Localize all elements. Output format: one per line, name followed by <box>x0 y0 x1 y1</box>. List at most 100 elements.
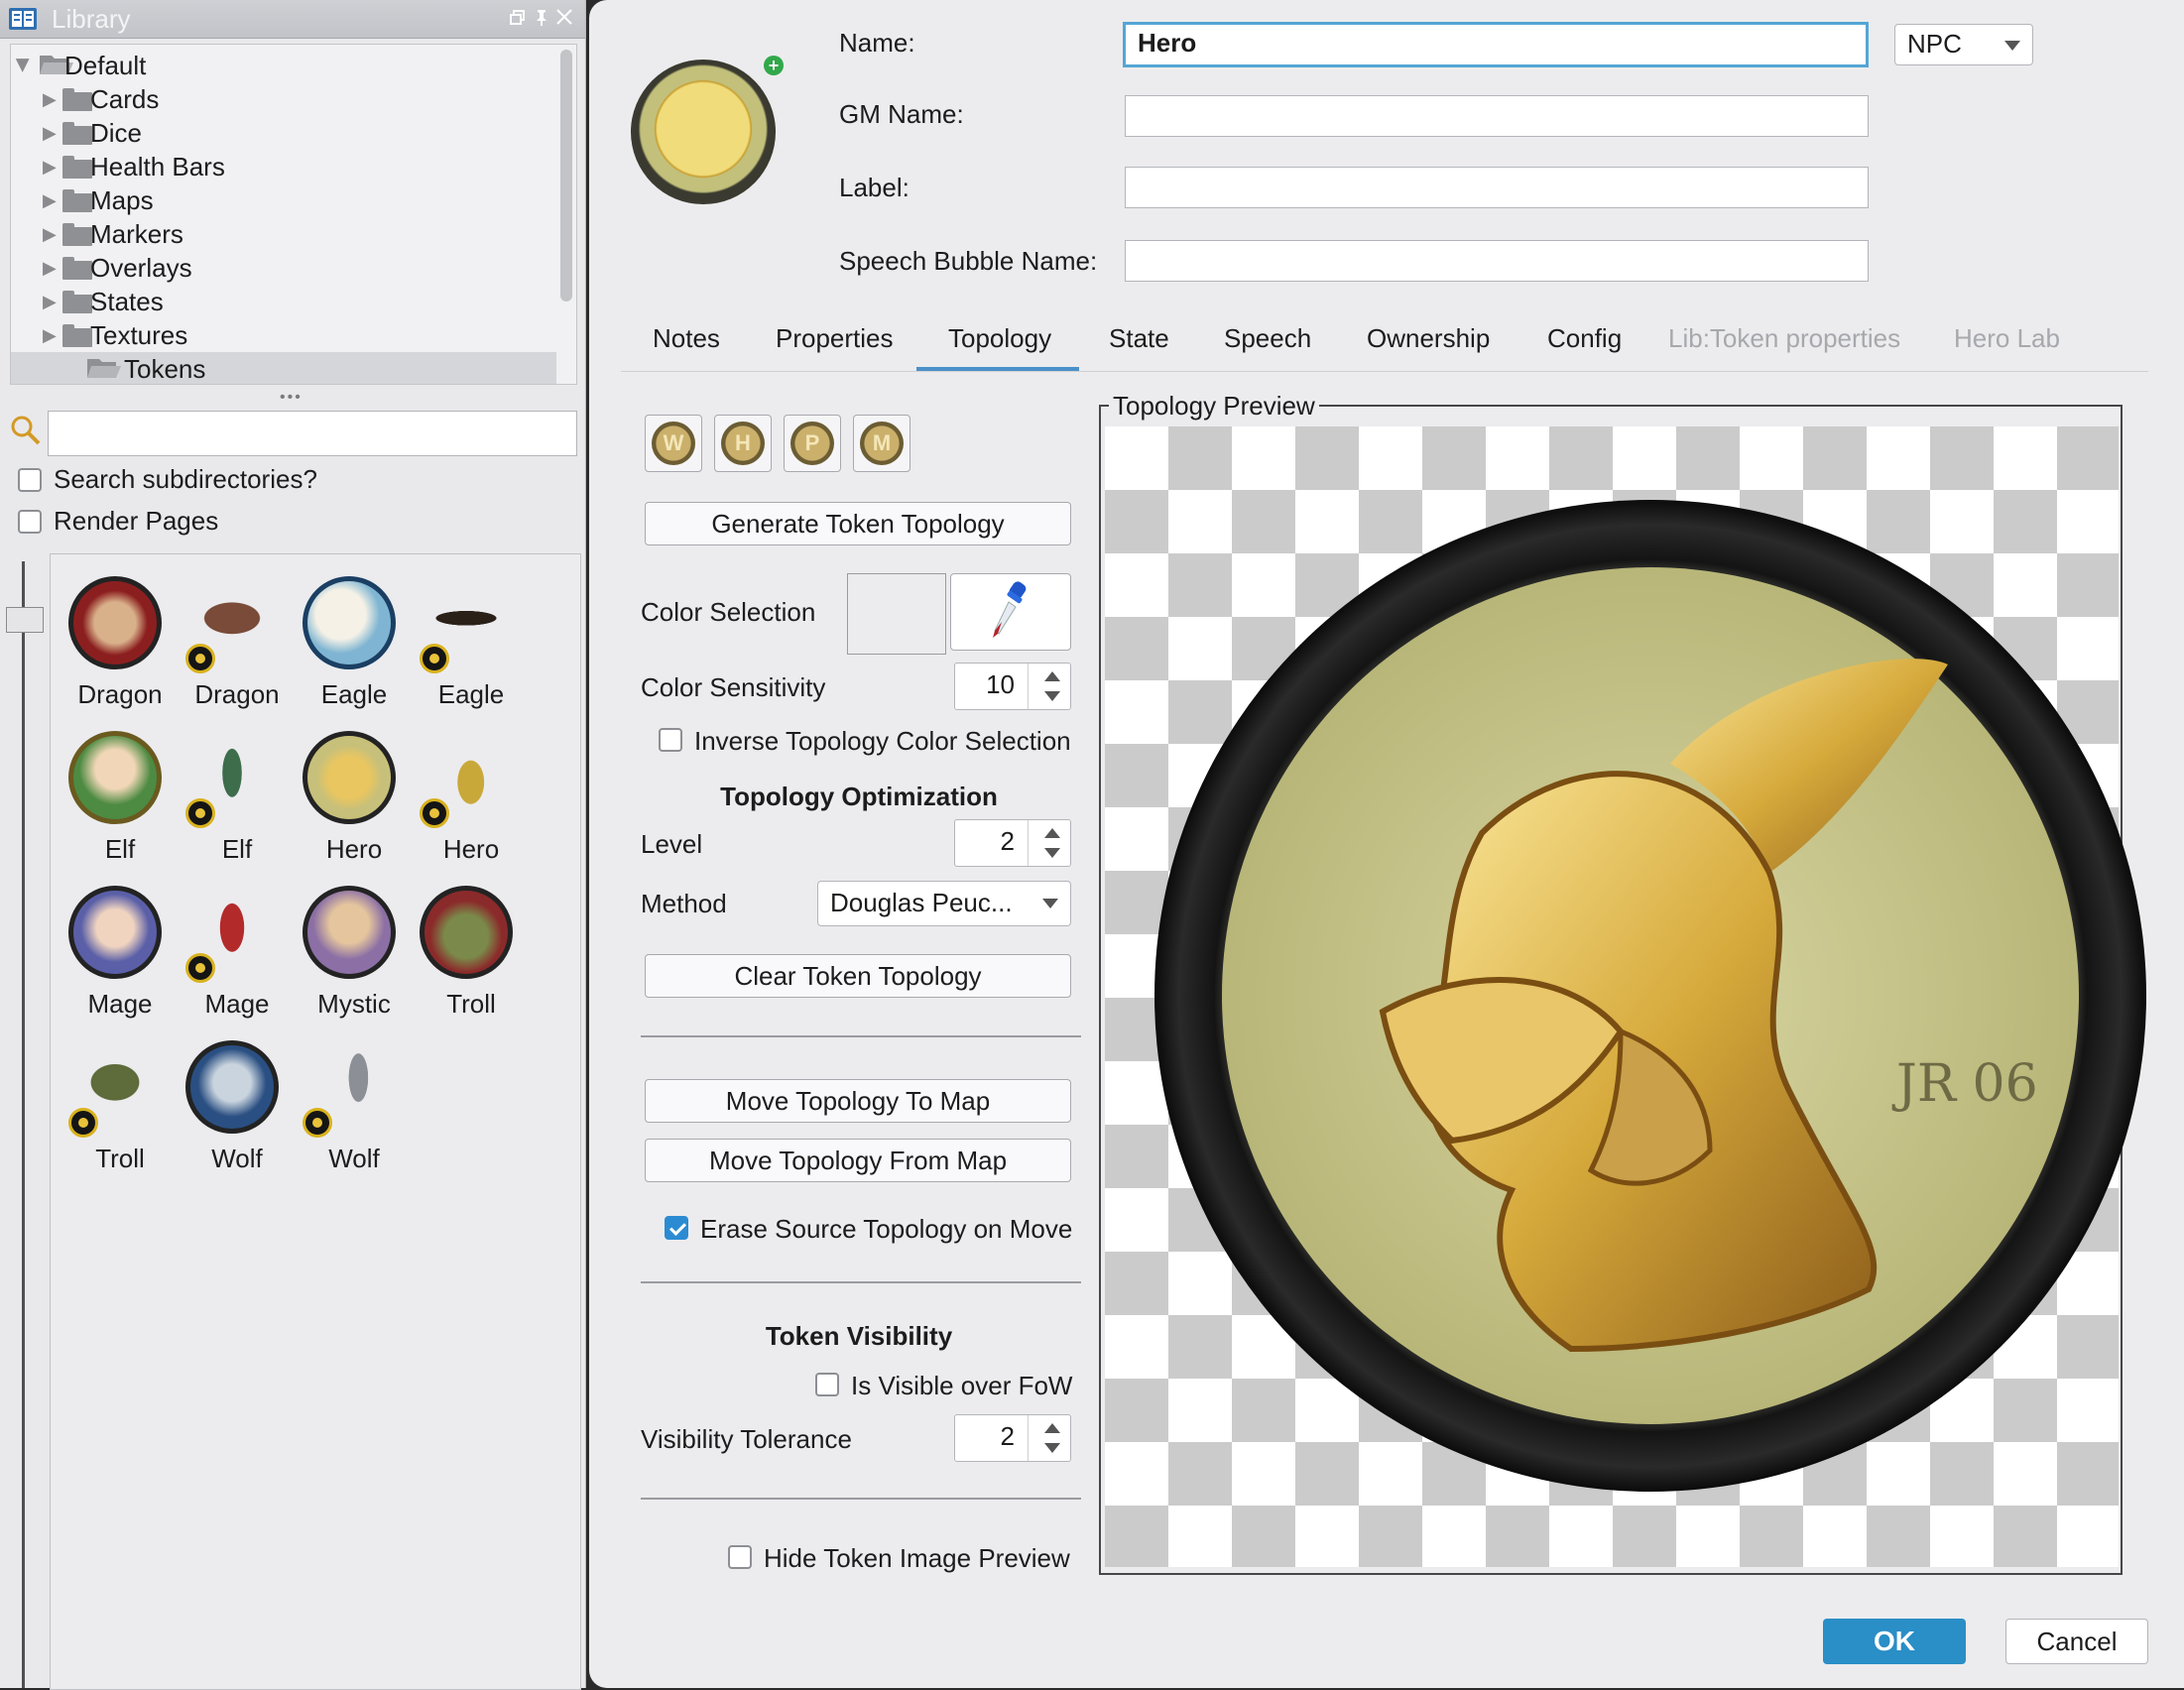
search-subdirectories-checkbox[interactable] <box>18 468 42 492</box>
tree-item-dice[interactable]: ▶ Dice <box>11 116 556 150</box>
tab-ownership[interactable]: Ownership <box>1367 323 1490 354</box>
visibility-tolerance-spinner[interactable]: 2 <box>954 1414 1071 1462</box>
gm-name-input[interactable] <box>1125 95 1869 137</box>
tree-item-textures[interactable]: ▶ Textures <box>11 318 556 352</box>
collapsed-arrow-icon[interactable]: ▶ <box>43 150 57 183</box>
close-icon[interactable] <box>555 8 573 26</box>
tab-lib-token-properties[interactable]: Lib:Token properties <box>1668 323 1900 354</box>
tree-scrollbar[interactable] <box>560 50 572 302</box>
ok-button[interactable]: OK <box>1823 1619 1966 1664</box>
color-picker-button[interactable] <box>950 573 1071 651</box>
add-image-icon[interactable]: + <box>764 56 784 75</box>
move-topology-from-map-button[interactable]: Move Topology From Map <box>645 1139 1071 1182</box>
thumbnail-elf-sprite[interactable]: Elf <box>168 731 285 880</box>
thumbnail-label: Troll <box>446 989 496 1019</box>
thumbnail-label: Wolf <box>328 1144 380 1173</box>
color-selection-label: Color Selection <box>641 597 816 627</box>
collapsed-arrow-icon[interactable]: ▶ <box>43 82 57 116</box>
label-label: Label: <box>839 173 910 202</box>
tab-state[interactable]: State <box>1109 323 1169 354</box>
tree-item-maps[interactable]: ▶ Maps <box>11 183 556 217</box>
cancel-button[interactable]: Cancel <box>2005 1619 2148 1664</box>
thumbnail-hero-sprite[interactable]: Hero <box>402 731 519 880</box>
speech-bubble-name-input[interactable] <box>1125 240 1869 282</box>
thumbnail-dragon[interactable]: Dragon <box>51 576 168 725</box>
tab-hero-lab[interactable]: Hero Lab <box>1954 323 2060 354</box>
gear-icon <box>185 644 215 673</box>
spinner-up-icon[interactable] <box>1044 828 1060 838</box>
expanded-arrow-icon[interactable]: ▶ <box>11 59 41 72</box>
library-panel: Library ▶ Default ▶ Cards ▶ Dice ▶ Healt… <box>0 0 586 1690</box>
tree-item-states[interactable]: ▶ States <box>11 285 556 318</box>
name-input[interactable]: Hero <box>1123 22 1869 67</box>
generate-token-topology-button[interactable]: Generate Token Topology <box>645 502 1071 545</box>
tree-item-markers[interactable]: ▶ Markers <box>11 217 556 251</box>
folder-icon <box>62 88 92 111</box>
hill-topology-button[interactable]: H <box>714 415 772 472</box>
mbl-topology-button[interactable]: M <box>853 415 910 472</box>
thumbnail-size-slider[interactable] <box>22 561 25 1688</box>
tab-topology[interactable]: Topology <box>948 323 1051 354</box>
level-spinner[interactable]: 2 <box>954 819 1071 867</box>
thumbnail-hero[interactable]: Hero <box>285 731 402 880</box>
tree-item-tokens[interactable]: Tokens <box>11 352 556 384</box>
label-input[interactable] <box>1125 167 1869 208</box>
wall-topology-button[interactable]: W <box>645 415 702 472</box>
render-pages-checkbox[interactable] <box>18 510 42 534</box>
active-tab-indicator <box>916 367 1079 371</box>
spinner-down-icon[interactable] <box>1044 1443 1060 1453</box>
collapsed-arrow-icon[interactable]: ▶ <box>43 217 57 251</box>
color-sensitivity-spinner[interactable]: 10 <box>954 663 1071 710</box>
collapsed-arrow-icon[interactable]: ▶ <box>43 183 57 217</box>
spinner-up-icon[interactable] <box>1044 1423 1060 1433</box>
hill-icon: H <box>721 422 765 465</box>
slider-thumb[interactable] <box>6 607 44 633</box>
thumbnail-wolf[interactable]: Wolf <box>168 1040 285 1189</box>
color-selection-swatch[interactable] <box>847 573 946 655</box>
thumbnail-mystic[interactable]: Mystic <box>285 886 402 1034</box>
thumbnail-troll[interactable]: Troll <box>402 886 519 1034</box>
pin-icon[interactable] <box>534 8 549 26</box>
token-portrait[interactable]: + <box>621 52 784 252</box>
spinner-up-icon[interactable] <box>1044 671 1060 681</box>
tree-item-cards[interactable]: ▶ Cards <box>11 82 556 116</box>
inverse-topology-checkbox[interactable] <box>659 728 682 752</box>
hide-token-image-preview-checkbox[interactable] <box>728 1545 752 1569</box>
spinner-down-icon[interactable] <box>1044 691 1060 701</box>
collapsed-arrow-icon[interactable]: ▶ <box>43 318 57 352</box>
tab-notes[interactable]: Notes <box>653 323 720 354</box>
thumbnail-eagle[interactable]: Eagle <box>285 576 402 725</box>
collapsed-arrow-icon[interactable]: ▶ <box>43 251 57 285</box>
tree-item-default[interactable]: ▶ Default <box>11 49 556 82</box>
library-tree[interactable]: ▶ Default ▶ Cards ▶ Dice ▶ Health Bars ▶… <box>10 44 577 385</box>
move-topology-to-map-button[interactable]: Move Topology To Map <box>645 1079 1071 1123</box>
restore-window-icon[interactable] <box>510 10 526 26</box>
tab-config[interactable]: Config <box>1547 323 1622 354</box>
tree-item-overlays[interactable]: ▶ Overlays <box>11 251 556 285</box>
collapsed-arrow-icon[interactable]: ▶ <box>43 116 57 150</box>
tree-item-health-bars[interactable]: ▶ Health Bars <box>11 150 556 183</box>
thumbnail-mage-sprite[interactable]: Mage <box>168 886 285 1034</box>
token-type-select[interactable]: NPC <box>1894 24 2033 65</box>
tree-label: States <box>90 287 164 316</box>
collapsed-arrow-icon[interactable]: ▶ <box>43 285 57 318</box>
tab-properties[interactable]: Properties <box>776 323 894 354</box>
thumbnail-troll-sprite[interactable]: Troll <box>51 1040 168 1189</box>
tab-speech[interactable]: Speech <box>1224 323 1311 354</box>
gear-icon <box>420 798 449 828</box>
spinner-divider <box>1028 1415 1029 1461</box>
library-search-input[interactable] <box>48 411 577 456</box>
thumbnail-mage[interactable]: Mage <box>51 886 168 1034</box>
color-sensitivity-value: 10 <box>986 669 1015 699</box>
visible-over-fow-checkbox[interactable] <box>815 1373 839 1396</box>
thumbnail-eagle-sprite[interactable]: Eagle <box>402 576 519 725</box>
clear-token-topology-button[interactable]: Clear Token Topology <box>645 954 1071 998</box>
thumbnail-dragon-sprite[interactable]: Dragon <box>168 576 285 725</box>
erase-source-topology-checkbox[interactable] <box>665 1216 688 1240</box>
spinner-down-icon[interactable] <box>1044 848 1060 858</box>
method-select[interactable]: Douglas Peuc... <box>817 881 1071 926</box>
splitter-handle[interactable]: ••• <box>280 389 303 407</box>
pit-topology-button[interactable]: P <box>784 415 841 472</box>
thumbnail-elf[interactable]: Elf <box>51 731 168 880</box>
thumbnail-wolf-sprite[interactable]: Wolf <box>285 1040 402 1189</box>
